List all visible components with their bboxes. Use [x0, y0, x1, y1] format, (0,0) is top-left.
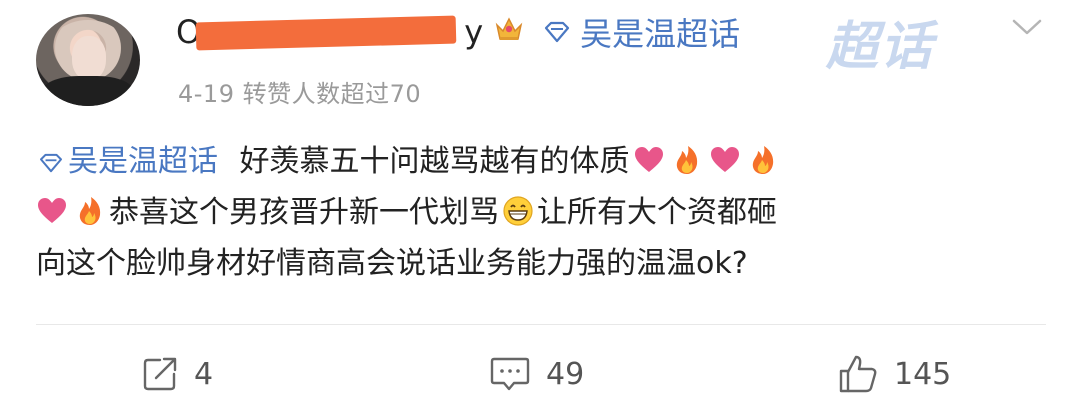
fire-icon: [676, 146, 697, 174]
like-count: 145: [894, 356, 952, 392]
avatar-shirt: [42, 76, 134, 106]
username-end: y: [464, 13, 485, 51]
share-icon: [143, 357, 177, 391]
divider: [36, 324, 1046, 325]
post-header: Oy 吴是温超话: [176, 8, 740, 56]
username[interactable]: Oy: [176, 13, 484, 51]
comment-count: 49: [546, 356, 585, 392]
heart-icon: [634, 147, 663, 172]
fire-icon: [79, 197, 101, 225]
content-topic-label: 吴是温超话: [68, 144, 218, 179]
comment-icon: [490, 357, 530, 391]
like-button[interactable]: 145: [836, 344, 951, 404]
content-topic-link[interactable]: 吴是温超话: [36, 144, 228, 179]
post-meta: 4-19 转赞人数超过70: [178, 80, 422, 108]
comment-button[interactable]: 49: [488, 344, 584, 404]
avatar-face: [72, 36, 106, 80]
fire-icon: [752, 146, 773, 174]
super-topic-link[interactable]: 吴是温超话: [542, 9, 740, 55]
weibo-post: Oy 吴是温超话 超话 4-19 转赞人数超过70 吴是温超话 好羡慕五十问越骂…: [0, 0, 1080, 412]
redaction-mark: [195, 15, 457, 51]
share-button[interactable]: 4: [140, 344, 213, 404]
super-topic-watermark: 超话: [826, 17, 935, 77]
content-line2-tail: 让所有大个资都砸: [537, 195, 777, 230]
diamond-icon: [545, 21, 570, 43]
thumbs-up-icon: [839, 355, 877, 393]
diamond-icon: [40, 153, 62, 173]
content-line3: 向这个脸帅身材好情商高会说话业务能力强的温温ok?: [36, 246, 748, 281]
crown-icon: [494, 15, 524, 50]
grinning-face-icon: [503, 196, 533, 226]
share-count: 4: [194, 356, 214, 392]
content-line1: 好羡慕五十问越骂越有的体质: [239, 144, 630, 179]
avatar[interactable]: [36, 14, 140, 106]
heart-icon: [38, 198, 66, 223]
super-topic-label: 吴是温超话: [580, 15, 741, 53]
chevron-down-icon[interactable]: [1010, 16, 1044, 38]
heart-icon: [710, 147, 739, 172]
action-bar: 4 49 145: [0, 344, 1080, 404]
content-line2: 恭喜这个男孩晋升新一代划骂: [109, 195, 499, 230]
post-content[interactable]: 吴是温超话 好羡慕五十问越骂越有的体质 恭喜这个男孩晋升新一代划骂 让所有大个资都…: [36, 136, 1046, 289]
